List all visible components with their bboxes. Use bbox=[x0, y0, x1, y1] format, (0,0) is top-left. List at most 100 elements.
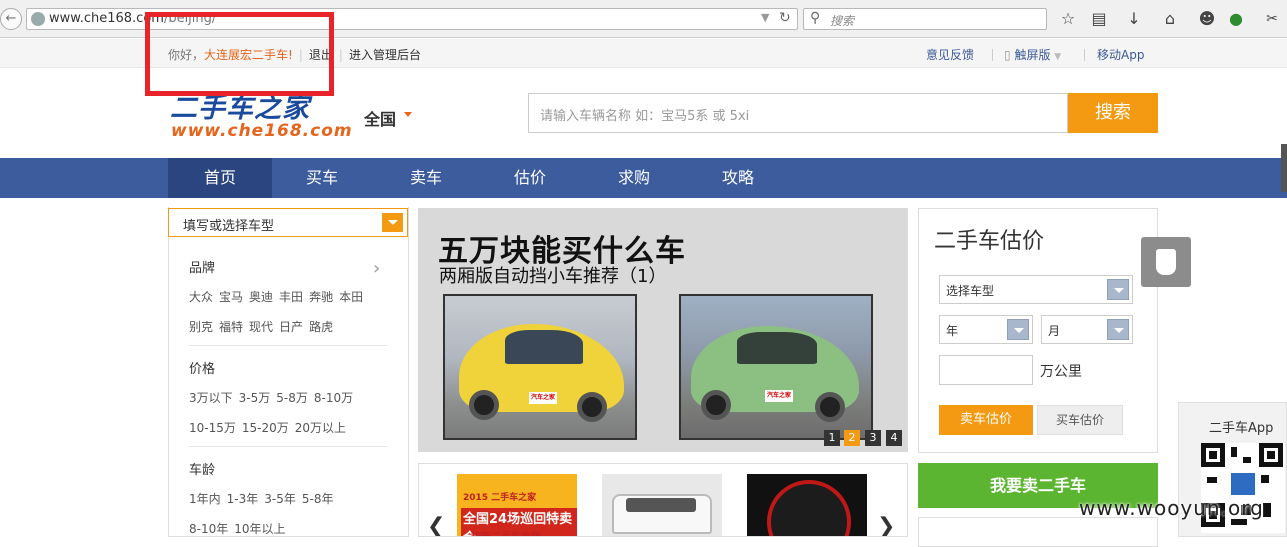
shield-icon bbox=[1156, 249, 1176, 275]
search-button[interactable]: 搜索 bbox=[1068, 93, 1158, 133]
age-link[interactable]: 10年以上 bbox=[234, 522, 285, 536]
chevron-down-icon[interactable] bbox=[404, 112, 412, 117]
brand-link[interactable]: 丰田 bbox=[279, 290, 303, 304]
car-search-placeholder: 请输入车辆名称 如：宝马5系 或 5xi bbox=[540, 109, 750, 124]
region-selector[interactable]: 全国 bbox=[364, 106, 396, 130]
side-feedback-tab[interactable] bbox=[1281, 144, 1287, 192]
price-list-row1: 3万以下 3-5万 5-8万 8-10万 bbox=[189, 389, 359, 406]
price-link[interactable]: 3万以下 bbox=[189, 391, 233, 405]
float-action-button[interactable] bbox=[1141, 237, 1191, 287]
estimate-title: 二手车估价 bbox=[934, 229, 1045, 254]
chat-icon[interactable]: ☻ bbox=[1197, 9, 1217, 29]
estimate-month-select[interactable]: 月 bbox=[1041, 315, 1133, 344]
price-link[interactable]: 8-10万 bbox=[314, 391, 353, 405]
buy-estimate-button[interactable]: 买车估价 bbox=[1037, 405, 1123, 435]
price-list-row2: 10-15万 15-20万 20万以上 bbox=[189, 419, 352, 436]
price-link[interactable]: 20万以上 bbox=[295, 421, 346, 435]
brand-title: 品牌 bbox=[189, 261, 216, 276]
price-link[interactable]: 5-8万 bbox=[276, 391, 308, 405]
nav-sell[interactable]: 卖车 bbox=[374, 158, 478, 198]
brand-link[interactable]: 宝马 bbox=[219, 290, 243, 304]
chevron-down-icon[interactable] bbox=[1007, 319, 1029, 340]
promo-banner[interactable]: 五万块能买什么车 两厢版自动挡小车推荐（1） 汽车之家 汽车之家 1 2 3 4 bbox=[418, 208, 908, 452]
price-title: 价格 bbox=[189, 362, 216, 377]
age-list-row2: 8-10年 10年以上 bbox=[189, 520, 292, 537]
age-link[interactable]: 1-3年 bbox=[227, 492, 259, 506]
chevron-down-icon[interactable] bbox=[1107, 279, 1129, 300]
site-logo-url[interactable]: www.che168.com bbox=[171, 121, 353, 141]
search-icon: ⚲ bbox=[810, 10, 821, 26]
car-window bbox=[505, 330, 583, 364]
price-link[interactable]: 3-5万 bbox=[239, 391, 271, 405]
reading-list-icon[interactable]: ▤ bbox=[1089, 9, 1109, 29]
history-dropdown-icon[interactable]: ▼ bbox=[761, 11, 769, 24]
brand-link[interactable]: 别克 bbox=[189, 320, 213, 334]
slide-dot-3[interactable]: 3 bbox=[865, 430, 881, 446]
touch-version-label: 触屏版 bbox=[1014, 48, 1051, 62]
age-link[interactable]: 3-5年 bbox=[264, 492, 296, 506]
brand-link[interactable]: 日产 bbox=[279, 320, 303, 334]
scissors-icon[interactable]: ✂ bbox=[1262, 9, 1282, 29]
estimate-model-select[interactable]: 选择车型 bbox=[939, 275, 1133, 304]
browser-search-placeholder: 搜索 bbox=[830, 14, 855, 28]
nav-wanted[interactable]: 求购 bbox=[582, 158, 686, 198]
car-wheel bbox=[701, 390, 731, 420]
car-window bbox=[737, 332, 817, 364]
chevron-down-icon: ▼ bbox=[1054, 52, 1062, 62]
price-link[interactable]: 10-15万 bbox=[189, 421, 236, 435]
feedback-link[interactable]: 意见反馈 bbox=[926, 46, 974, 63]
chevron-right-icon[interactable]: ❯ bbox=[877, 514, 895, 536]
brand-link[interactable]: 奔驰 bbox=[309, 290, 333, 304]
brand-link[interactable]: 福特 bbox=[219, 320, 243, 334]
reload-icon[interactable]: ↻ bbox=[779, 10, 791, 26]
back-button[interactable]: ← bbox=[0, 8, 22, 30]
chevron-down-icon[interactable] bbox=[1107, 319, 1129, 340]
download-icon[interactable]: ↓ bbox=[1124, 9, 1144, 29]
suv-windshield bbox=[626, 498, 696, 512]
right-bottom-panel bbox=[918, 517, 1158, 547]
chevron-left-icon[interactable]: ❮ bbox=[427, 514, 445, 536]
extension-icon[interactable]: ● bbox=[1226, 9, 1246, 29]
age-link[interactable]: 8-10年 bbox=[189, 522, 228, 536]
age-list-row1: 1年内 1-3年 3-5年 5-8年 bbox=[189, 490, 339, 507]
gauge-thumbnail[interactable] bbox=[747, 474, 867, 536]
brand-link[interactable]: 现代 bbox=[249, 320, 273, 334]
nav-buy[interactable]: 买车 bbox=[270, 158, 374, 198]
touch-version-link[interactable]: ▯ 触屏版 ▼ bbox=[1004, 46, 1061, 63]
slide-dot-4[interactable]: 4 bbox=[886, 430, 902, 446]
brand-link[interactable]: 大众 bbox=[189, 290, 213, 304]
brand-link[interactable]: 奥迪 bbox=[249, 290, 273, 304]
estimate-month-value: 月 bbox=[1048, 324, 1061, 338]
age-link[interactable]: 1年内 bbox=[189, 492, 221, 506]
nav-home[interactable]: 首页 bbox=[168, 158, 272, 198]
age-title: 车龄 bbox=[189, 463, 216, 478]
nav-estimate[interactable]: 估价 bbox=[478, 158, 582, 198]
slide-dot-2[interactable]: 2 bbox=[844, 430, 860, 446]
nav-guide[interactable]: 攻略 bbox=[686, 158, 790, 198]
chevron-right-icon[interactable]: › bbox=[373, 258, 380, 279]
bookmark-star-icon[interactable]: ☆ bbox=[1058, 9, 1078, 29]
estimate-panel: 二手车估价 选择车型 年 月 万公里 卖车估价 买车估价 bbox=[918, 208, 1158, 453]
age-link[interactable]: 5-8年 bbox=[302, 492, 334, 506]
mobile-app-link[interactable]: 移动App bbox=[1097, 46, 1144, 63]
watermark: www.wooyun.org bbox=[1079, 496, 1264, 520]
chevron-down-icon[interactable] bbox=[382, 213, 403, 232]
address-bar[interactable]: www.che168.com/beijing/ ▼ ↻ bbox=[26, 8, 798, 30]
banner-subline: 两厢版自动挡小车推荐（1） bbox=[439, 266, 667, 287]
yellow-car-image: 汽车之家 bbox=[443, 294, 637, 440]
car-search-input[interactable]: 请输入车辆名称 如：宝马5系 或 5xi bbox=[528, 93, 1068, 133]
home-icon[interactable]: ⌂ bbox=[1160, 9, 1180, 29]
admin-link[interactable]: 进入管理后台 bbox=[349, 48, 421, 62]
slide-dot-1[interactable]: 1 bbox=[824, 430, 840, 446]
model-select[interactable]: 填写或选择车型 bbox=[168, 208, 408, 237]
promo-thumbnail[interactable]: 2015 二手车之家 全国24场巡回特卖会 购新二手车市场 bbox=[457, 474, 577, 536]
price-link[interactable]: 15-20万 bbox=[242, 421, 289, 435]
suv-thumbnail[interactable] bbox=[602, 474, 722, 536]
mileage-input[interactable] bbox=[939, 355, 1033, 385]
brand-link[interactable]: 路虎 bbox=[309, 320, 333, 334]
sell-estimate-button[interactable]: 卖车估价 bbox=[939, 405, 1033, 435]
brand-link[interactable]: 本田 bbox=[339, 290, 363, 304]
browser-search-input[interactable]: ⚲ 搜索 bbox=[803, 8, 1047, 30]
estimate-year-select[interactable]: 年 bbox=[939, 315, 1033, 344]
car-wheel bbox=[815, 392, 845, 422]
